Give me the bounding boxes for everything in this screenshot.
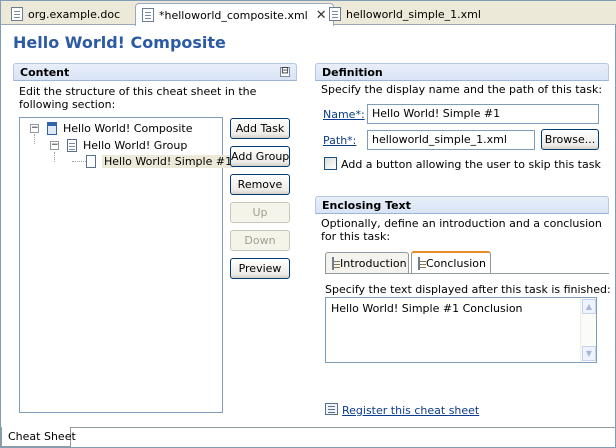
page-title: Hello World! Composite bbox=[13, 33, 226, 52]
skip-checkbox[interactable] bbox=[324, 157, 337, 170]
tab-helloworld-composite[interactable]: *helloworld_composite.xml ✕ bbox=[135, 3, 334, 26]
skip-label: Add a button allowing the user to skip t… bbox=[341, 158, 601, 171]
path-field[interactable]: helloworld_simple_1.xml bbox=[367, 130, 535, 150]
conclusion-text: Hello World! Simple #1 Conclusion bbox=[331, 302, 523, 315]
tree-item-label: Hello World! Simple #1 bbox=[102, 155, 235, 168]
preview-button[interactable]: Preview bbox=[230, 258, 290, 279]
tab-label: *helloworld_composite.xml bbox=[159, 8, 308, 22]
definition-description: Specify the display name and the path of… bbox=[321, 83, 603, 96]
register-link-wrapper[interactable]: Register this cheat sheet bbox=[342, 404, 479, 417]
path-label[interactable]: Path*: bbox=[323, 134, 356, 147]
name-link[interactable]: Name*: bbox=[323, 108, 365, 121]
file-icon bbox=[142, 8, 154, 22]
enclosing-description: Optionally, define an introduction and a… bbox=[321, 217, 602, 243]
scroll-down-icon[interactable]: ▼ bbox=[582, 346, 596, 361]
file-icon bbox=[11, 7, 23, 21]
down-button[interactable]: Down bbox=[230, 230, 290, 251]
document-icon bbox=[418, 256, 426, 270]
remove-button[interactable]: Remove bbox=[230, 174, 290, 195]
add-group-button[interactable]: Add Group bbox=[230, 146, 290, 167]
group-icon bbox=[67, 139, 77, 152]
tab-label: Introduction bbox=[340, 256, 407, 270]
collapse-icon[interactable]: − bbox=[30, 124, 39, 133]
collapse-icon[interactable]: − bbox=[50, 141, 59, 150]
definition-section-header: Definition bbox=[315, 63, 609, 81]
section-title: Enclosing Text bbox=[322, 199, 411, 212]
tab-label: org.example.doc bbox=[28, 7, 121, 21]
document-icon bbox=[332, 256, 340, 270]
path-link[interactable]: Path*: bbox=[323, 134, 356, 147]
tree-item-label: Hello World! Group bbox=[83, 139, 188, 152]
tab-label: helloworld_simple_1.xml bbox=[346, 7, 481, 21]
cheatsheet-icon bbox=[47, 122, 57, 135]
editor-window: org.example.doc *helloworld_composite.xm… bbox=[0, 0, 616, 448]
scroll-up-icon[interactable]: ▲ bbox=[582, 299, 596, 314]
vertical-scrollbar[interactable]: ▲ ▼ bbox=[580, 298, 596, 362]
editor-tab-bar: org.example.doc *helloworld_composite.xm… bbox=[1, 1, 616, 26]
tab-conclusion[interactable]: Conclusion bbox=[411, 251, 491, 273]
section-title: Definition bbox=[322, 66, 383, 79]
footer-divider bbox=[71, 427, 615, 428]
tab-helloworld-simple[interactable]: helloworld_simple_1.xml bbox=[323, 3, 487, 25]
conclusion-prompt: Specify the text displayed after this ta… bbox=[325, 283, 611, 296]
add-task-button[interactable]: Add Task bbox=[230, 118, 290, 139]
browse-button[interactable]: Browse... bbox=[541, 129, 599, 150]
name-field[interactable]: Hello World! Simple #1 bbox=[367, 104, 599, 124]
tab-divider bbox=[325, 273, 609, 274]
register-icon bbox=[325, 403, 338, 415]
enclosing-section-header: Enclosing Text bbox=[315, 196, 609, 214]
up-button[interactable]: Up bbox=[230, 202, 290, 223]
collapse-icon[interactable]: ⊟ bbox=[280, 67, 290, 77]
name-label[interactable]: Name*: bbox=[323, 108, 365, 121]
tree-item-label: Hello World! Composite bbox=[63, 122, 193, 135]
register-link[interactable]: Register this cheat sheet bbox=[342, 404, 479, 417]
task-icon bbox=[86, 155, 96, 168]
tab-cheat-sheet[interactable]: Cheat Sheet bbox=[1, 427, 76, 447]
conclusion-textarea[interactable]: Hello World! Simple #1 Conclusion ▲ ▼ bbox=[325, 297, 597, 363]
content-section-header[interactable]: Content ⊟ bbox=[13, 63, 297, 81]
content-description: Edit the structure of this cheat sheet i… bbox=[19, 85, 257, 111]
file-icon bbox=[329, 7, 341, 21]
tree-item-group[interactable]: − Hello World! Group bbox=[50, 137, 187, 154]
tab-introduction[interactable]: Introduction bbox=[325, 252, 409, 273]
section-title: Content bbox=[20, 66, 70, 79]
tab-org-example-doc[interactable]: org.example.doc bbox=[5, 3, 126, 25]
tree-item-simple[interactable]: Hello World! Simple #1 bbox=[86, 153, 235, 170]
tree-item-composite[interactable]: − Hello World! Composite bbox=[30, 120, 193, 137]
tab-label: Conclusion bbox=[426, 256, 486, 270]
structure-tree[interactable]: − Hello World! Composite − Hello World! … bbox=[19, 117, 235, 413]
